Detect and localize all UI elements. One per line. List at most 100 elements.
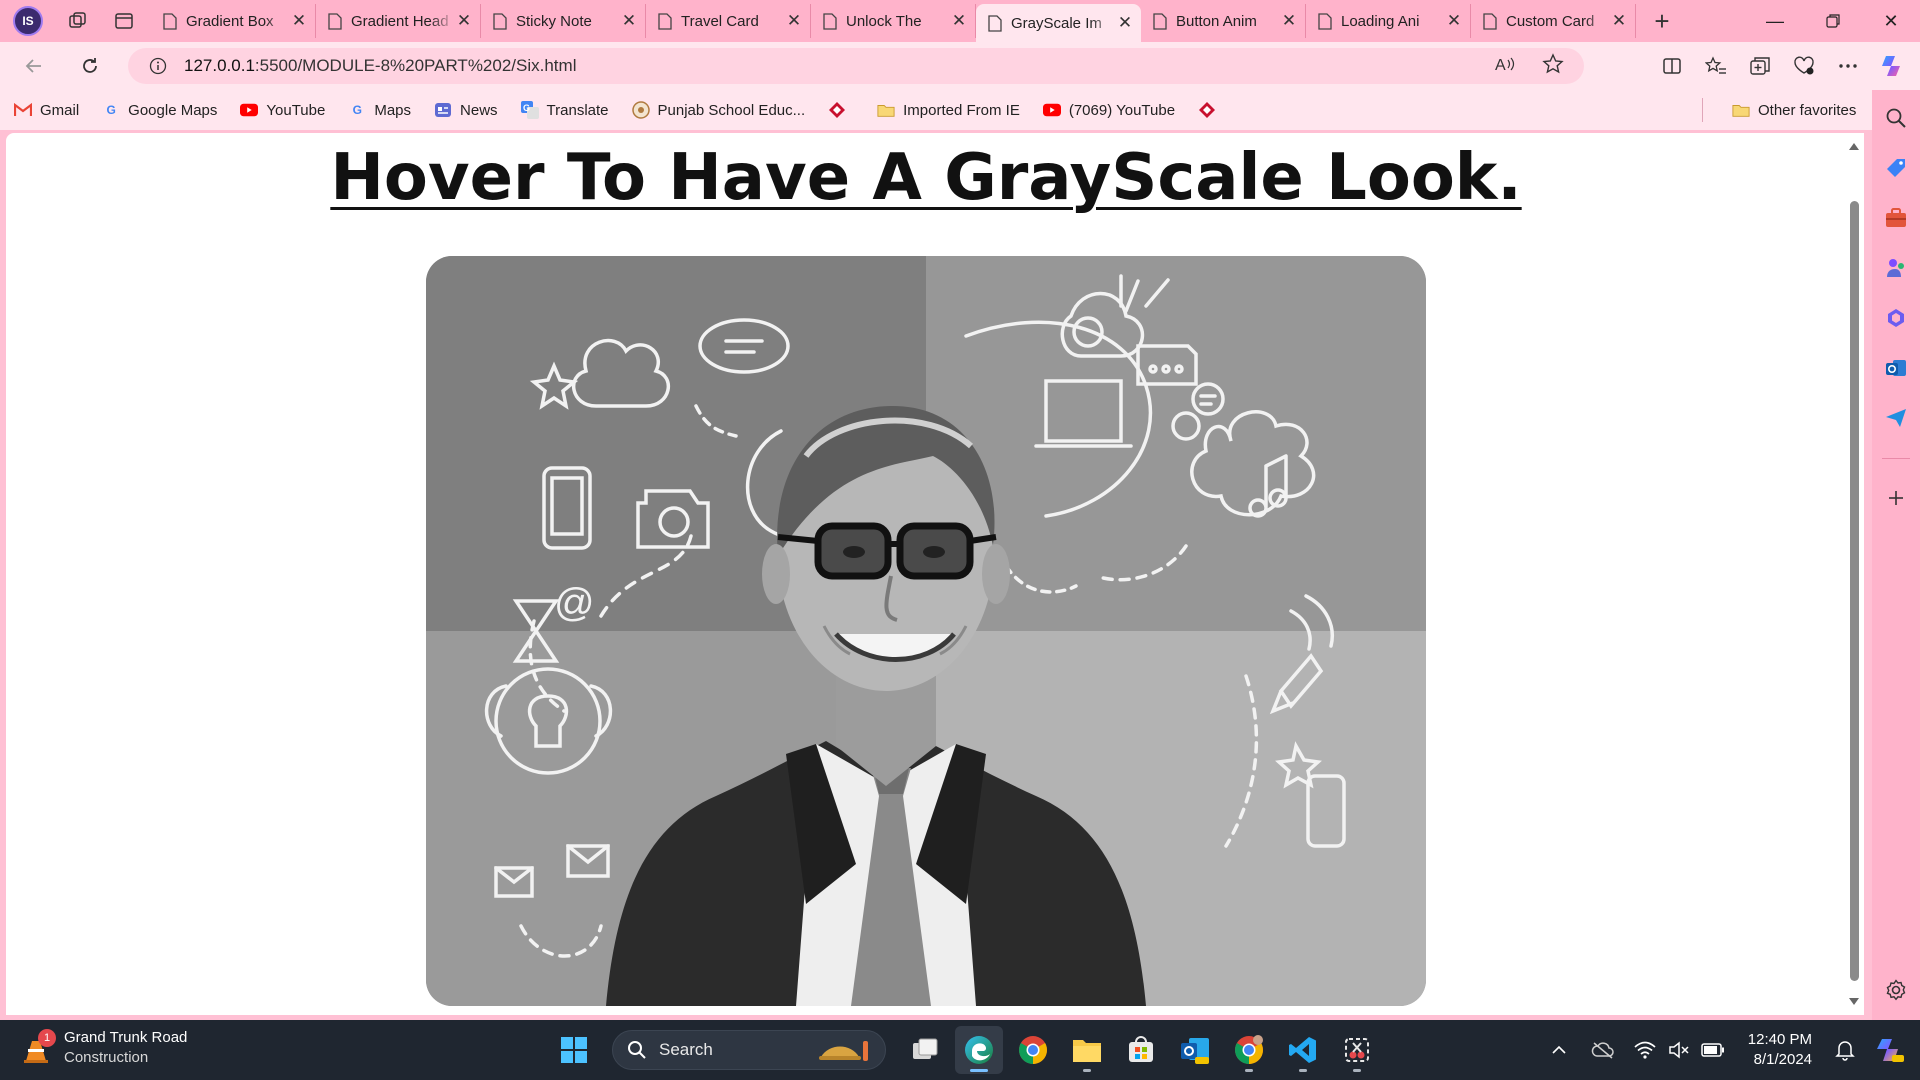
close-icon[interactable]: ✕ <box>291 11 307 31</box>
taskbar-apps: Search <box>552 1026 1384 1074</box>
shopping-tag-icon[interactable] <box>1884 156 1908 180</box>
profile-avatar[interactable]: IS <box>13 6 43 36</box>
tab-sticky-note[interactable]: Sticky Note ✕ <box>481 4 646 38</box>
tab-button-anim[interactable]: Button Anim ✕ <box>1141 4 1306 38</box>
favorite-imported-ie[interactable]: Imported From IE <box>863 94 1029 126</box>
running-indicator <box>1353 1069 1361 1072</box>
close-icon[interactable]: ✕ <box>621 11 637 31</box>
weather-widget[interactable]: 1 Grand Trunk Road Construction <box>22 1028 187 1068</box>
restore-icon[interactable] <box>1804 0 1862 42</box>
favorite-diamond-1[interactable] <box>814 94 863 126</box>
windows-taskbar: 1 Grand Trunk Road Construction Search 1… <box>0 1020 1920 1080</box>
onedrive-icon[interactable] <box>1588 1035 1618 1065</box>
tools-briefcase-icon[interactable] <box>1884 206 1908 230</box>
outlook-icon[interactable] <box>1884 356 1908 380</box>
favorite-label: Translate <box>546 101 609 119</box>
favorite-label: Gmail <box>40 101 80 119</box>
chrome-profile-icon[interactable] <box>1225 1026 1273 1074</box>
split-screen-icon[interactable] <box>1650 48 1694 84</box>
site-info-icon[interactable] <box>148 56 168 76</box>
close-icon[interactable]: ✕ <box>786 11 802 31</box>
favorite-gmail[interactable]: Gmail <box>0 94 88 126</box>
minimize-icon[interactable]: — <box>1746 0 1804 42</box>
tab-label: Unlock The <box>846 12 922 30</box>
edge-taskbar-icon[interactable] <box>955 1026 1003 1074</box>
games-icon[interactable] <box>1884 256 1908 280</box>
copilot-icon[interactable] <box>1870 48 1914 84</box>
close-icon[interactable]: ✕ <box>1117 13 1133 33</box>
favorite-news[interactable]: News <box>420 94 507 126</box>
toolbar-actions <box>1650 42 1920 90</box>
tab-gradient-head[interactable]: Gradient Head ✕ <box>316 4 481 38</box>
other-favorites[interactable]: Other favorites <box>1718 94 1865 126</box>
notifications-bell-icon[interactable] <box>1830 1035 1860 1065</box>
favorite-label: (7069) YouTube <box>1068 101 1176 119</box>
clock[interactable]: 12:40 PM 8/1/2024 <box>1748 1030 1812 1070</box>
windows-start-icon[interactable] <box>552 1028 596 1072</box>
new-tab-button[interactable]: + <box>1644 5 1680 37</box>
snipping-tool-icon[interactable] <box>1333 1026 1381 1074</box>
sidebar-settings-icon[interactable] <box>1884 978 1908 1002</box>
refresh-icon[interactable] <box>70 48 110 84</box>
scroll-down-icon[interactable] <box>1848 997 1860 1007</box>
battery-icon[interactable] <box>1698 1035 1728 1065</box>
add-icon[interactable] <box>1884 486 1908 510</box>
close-icon[interactable]: ✕ <box>1446 11 1462 31</box>
favorite-youtube-7069[interactable]: (7069) YouTube <box>1029 94 1184 126</box>
microsoft-store-icon[interactable] <box>1117 1026 1165 1074</box>
favorite-google-maps[interactable]: G Google Maps <box>88 94 226 126</box>
collections-icon[interactable] <box>1738 48 1782 84</box>
tab-gradient-box[interactable]: Gradient Box ✕ <box>151 4 316 38</box>
news-icon <box>434 101 452 119</box>
tab-unlock[interactable]: Unlock The ✕ <box>811 4 976 38</box>
volume-muted-icon[interactable] <box>1664 1035 1694 1065</box>
folder-icon <box>1732 101 1750 119</box>
tab-travel-card[interactable]: Travel Card ✕ <box>646 4 811 38</box>
system-tray: 12:40 PM 8/1/2024 <box>1542 1020 1920 1080</box>
chrome-icon[interactable] <box>1009 1026 1057 1074</box>
close-icon[interactable]: ✕ <box>1611 11 1627 31</box>
workspaces-icon[interactable] <box>61 5 95 37</box>
browser-essentials-icon[interactable] <box>1782 48 1826 84</box>
window-controls: — ✕ <box>1746 0 1920 42</box>
settings-more-icon[interactable] <box>1826 48 1870 84</box>
scroll-up-icon[interactable] <box>1848 141 1860 151</box>
favorite-star-icon[interactable] <box>1542 52 1564 80</box>
file-explorer-icon[interactable] <box>1063 1026 1111 1074</box>
tab-actions-icon[interactable] <box>107 5 141 37</box>
favorite-punjab-school[interactable]: Punjab School Educ... <box>618 94 815 126</box>
youtube-icon <box>240 101 259 119</box>
page-icon <box>328 12 342 30</box>
scroll-thumb[interactable] <box>1850 201 1859 981</box>
favorite-diamond-2[interactable] <box>1184 94 1233 126</box>
tab-grayscale-active[interactable]: GrayScale Im ✕ <box>976 4 1141 42</box>
address-bar[interactable]: 127.0.0.1:5500/MODULE-8%20PART%202/Six.h… <box>128 48 1584 84</box>
close-icon[interactable]: ✕ <box>456 11 472 31</box>
close-icon[interactable]: ✕ <box>951 11 967 31</box>
page-scrollbar[interactable] <box>1844 133 1864 1015</box>
task-view-icon[interactable] <box>901 1026 949 1074</box>
taskbar-search[interactable]: Search <box>612 1030 886 1070</box>
tab-loading-anim[interactable]: Loading Ani ✕ <box>1306 4 1471 38</box>
tab-custom-card[interactable]: Custom Card ✕ <box>1471 4 1636 38</box>
send-icon[interactable] <box>1884 406 1908 430</box>
back-icon[interactable] <box>14 48 54 84</box>
microsoft-365-icon[interactable] <box>1884 306 1908 330</box>
favorite-maps[interactable]: G Maps <box>334 94 420 126</box>
favorite-label: YouTube <box>266 101 326 119</box>
wifi-icon[interactable] <box>1630 1035 1660 1065</box>
favorite-youtube[interactable]: YouTube <box>226 94 334 126</box>
search-icon[interactable] <box>1884 106 1908 130</box>
svg-text:A: A <box>1495 57 1506 74</box>
grayscale-photo[interactable]: @ <box>426 256 1426 1006</box>
vscode-icon[interactable] <box>1279 1026 1327 1074</box>
close-window-icon[interactable]: ✕ <box>1862 0 1920 42</box>
favorite-label: Punjab School Educ... <box>657 101 806 119</box>
chevron-up-icon[interactable] <box>1544 1035 1574 1065</box>
outlook-new-icon[interactable] <box>1171 1026 1219 1074</box>
read-aloud-icon[interactable]: A <box>1494 54 1516 79</box>
favorite-translate[interactable]: G Translate <box>507 94 618 126</box>
copilot-taskbar-icon[interactable] <box>1872 1035 1906 1065</box>
close-icon[interactable]: ✕ <box>1281 11 1297 31</box>
favorites-list-icon[interactable] <box>1694 48 1738 84</box>
